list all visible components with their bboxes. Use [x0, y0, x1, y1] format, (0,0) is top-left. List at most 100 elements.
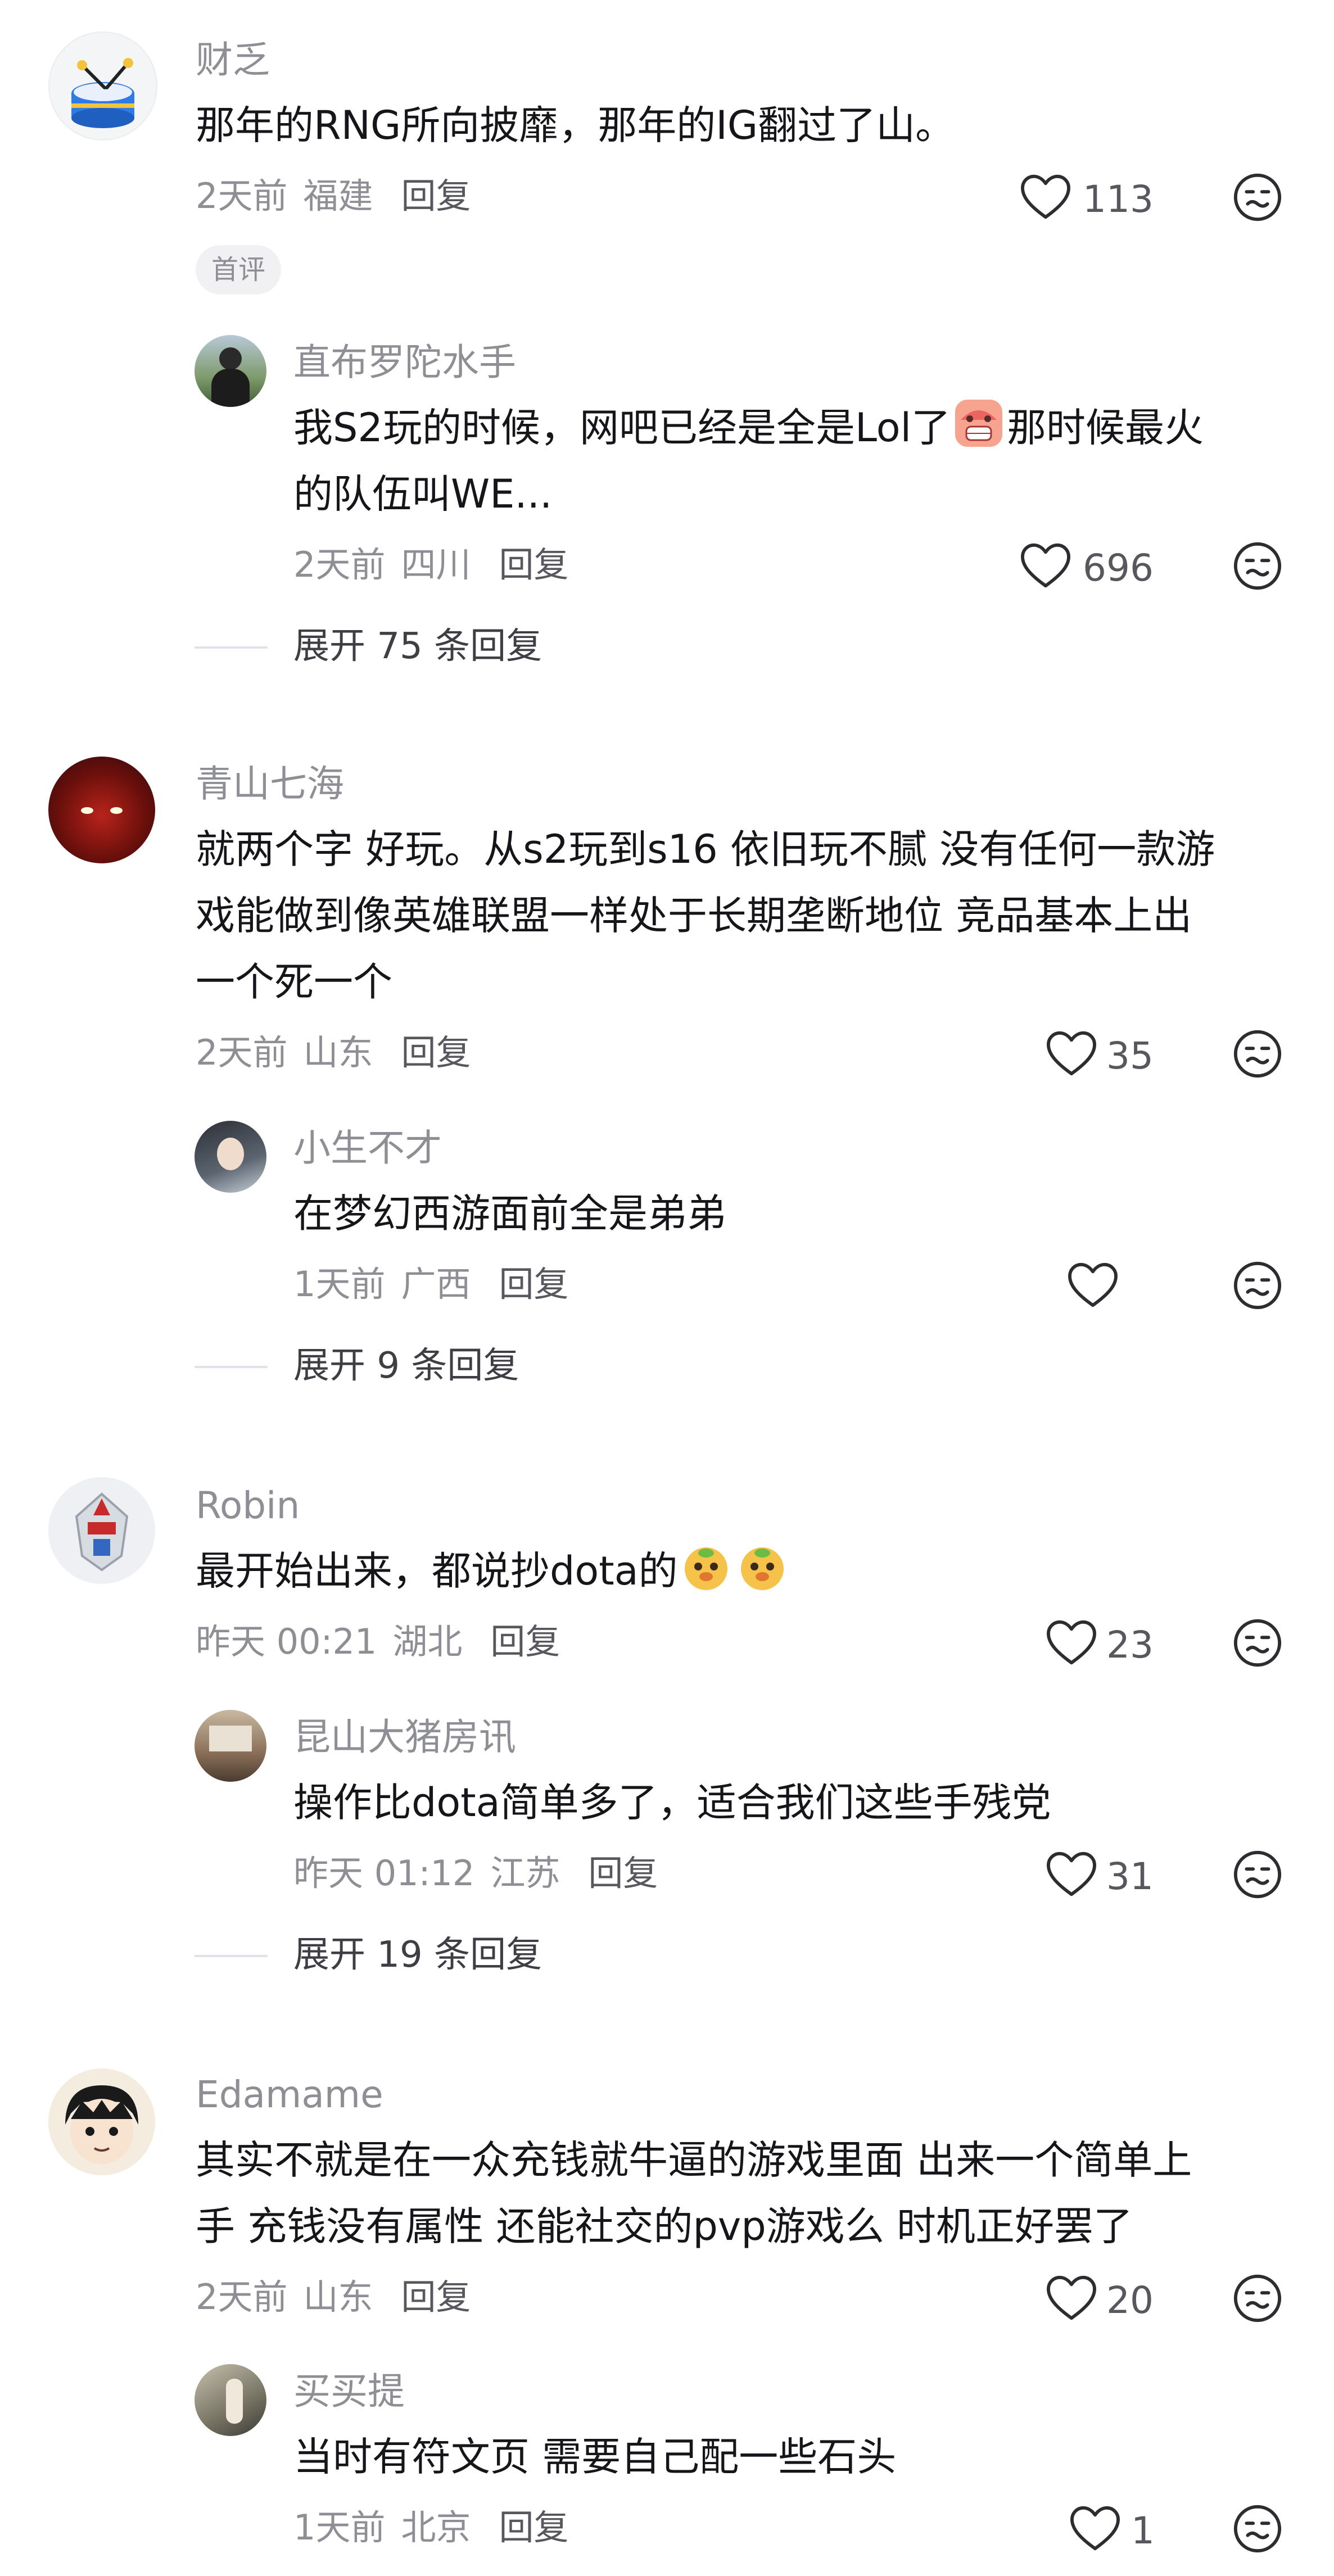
- expand-divider: [195, 1955, 268, 1957]
- avatar[interactable]: [48, 2068, 155, 2175]
- comment-content-text: 最开始出来，都说抄dota的: [196, 1548, 678, 1594]
- expand-divider: [195, 646, 268, 649]
- expand-replies-button[interactable]: 展开 9 条回复: [293, 1348, 519, 1384]
- comment-meta: 昨天 00:21 湖北 回复: [196, 1624, 560, 1659]
- reply-meta: 2天前 四川 回复: [293, 547, 568, 582]
- reply-content: 当时有符文页 需要自己配一些石头: [293, 2434, 897, 2480]
- first-comment-badge: 首评: [196, 245, 282, 295]
- expand-divider: [195, 1366, 268, 1368]
- avatar[interactable]: [48, 31, 157, 141]
- reply-time: 1天前: [293, 1264, 386, 1305]
- comment-meta: 2天前 山东 回复: [196, 1035, 471, 1070]
- comment-meta: 2天前 山东 回复: [196, 2280, 471, 2315]
- expand-replies-button[interactable]: 展开 19 条回复: [293, 1937, 542, 1973]
- avatar[interactable]: [195, 1121, 266, 1193]
- dislike-face-icon[interactable]: [1232, 1260, 1283, 1311]
- reply-time: 2天前: [293, 544, 386, 585]
- reply-time: 1天前: [293, 2507, 386, 2548]
- reply-location: 广西: [401, 1264, 471, 1305]
- avatar-face: [217, 1138, 244, 1170]
- comment-location: 山东: [303, 1032, 373, 1073]
- like-count: 31: [1106, 1855, 1154, 1898]
- comment-content: 那年的RNG所向披靡，那年的IG翻过了山。: [196, 102, 955, 148]
- like-count: 35: [1106, 1034, 1154, 1078]
- comment-author[interactable]: 青山七海: [196, 766, 344, 803]
- reply-button[interactable]: 回复: [401, 1032, 471, 1073]
- reply-author[interactable]: 小生不才: [293, 1130, 442, 1167]
- reply-button[interactable]: 回复: [499, 1264, 568, 1305]
- reply-location: 北京: [401, 2507, 471, 2548]
- reply-content: 操作比dota简单多了，适合我们这些手残党: [293, 1780, 1051, 1826]
- reply-button[interactable]: 回复: [588, 1853, 658, 1894]
- dislike-face-icon[interactable]: [1232, 541, 1283, 591]
- avatar[interactable]: [48, 757, 155, 863]
- comment-author[interactable]: Edamame: [196, 2076, 383, 2113]
- reply-author[interactable]: 买买提: [293, 2373, 405, 2410]
- reply-meta: 昨天 01:12 江苏 回复: [293, 1856, 658, 1891]
- heart-icon[interactable]: [1019, 173, 1073, 221]
- like-count: 20: [1106, 2279, 1154, 2322]
- anime-avatar-icon: [65, 2085, 138, 2164]
- comment-location: 山东: [303, 2276, 373, 2317]
- avatar-eye: [81, 807, 93, 814]
- dislike-face-icon[interactable]: [1232, 1029, 1283, 1079]
- reply-author[interactable]: 昆山大猪房讯: [293, 1719, 516, 1756]
- grimace-emoji-icon: [955, 400, 1003, 447]
- reply-button[interactable]: 回复: [499, 544, 568, 585]
- comment-location: 福建: [303, 175, 373, 216]
- heart-icon[interactable]: [1019, 542, 1073, 590]
- like-count: 113: [1083, 178, 1154, 221]
- dislike-face-icon[interactable]: [1232, 1849, 1283, 1900]
- reply-content: 我S2玩的时候，网吧已经是全是Lol了 那时候最火: [293, 395, 1204, 461]
- heart-icon[interactable]: [1044, 2274, 1098, 2323]
- comment-time: 2天前: [196, 1032, 288, 1073]
- comment-content: 其实不就是在一众充钱就牛逼的游戏里面 出来一个简单上: [196, 2137, 1192, 2183]
- comment-content-line: 一个死一个: [196, 959, 392, 1005]
- avatar[interactable]: [195, 335, 266, 407]
- comment-location: 湖北: [392, 1621, 463, 1662]
- reply-button[interactable]: 回复: [490, 1621, 560, 1662]
- like-count: 23: [1106, 1623, 1154, 1667]
- avatar[interactable]: [195, 2364, 266, 2436]
- heart-icon[interactable]: [1044, 1850, 1098, 1899]
- reply-author[interactable]: 直布罗陀水手: [293, 344, 516, 381]
- reply-location: 四川: [401, 544, 471, 585]
- doge-emoji-icon: [684, 1547, 727, 1590]
- doge-emoji-icon: [740, 1547, 784, 1590]
- reply-button[interactable]: 回复: [401, 2276, 471, 2317]
- reply-content-text: 我S2玩的时候，网吧已经是全是Lol了: [293, 405, 951, 451]
- dislike-face-icon[interactable]: [1232, 2273, 1283, 2324]
- robot-avatar-icon: [75, 1492, 129, 1572]
- avatar[interactable]: [195, 1710, 266, 1782]
- comment-author[interactable]: 财乏: [196, 42, 270, 79]
- avatar[interactable]: [48, 1477, 155, 1584]
- avatar-window: [209, 1726, 252, 1751]
- reply-time: 昨天 01:12: [293, 1853, 475, 1894]
- reply-meta: 1天前 广西 回复: [293, 1267, 568, 1302]
- dislike-face-icon[interactable]: [1232, 2503, 1283, 2554]
- reply-button[interactable]: 回复: [401, 175, 471, 216]
- reply-content-text-2: 那时候最火: [1007, 405, 1204, 451]
- comment-time: 2天前: [196, 2276, 288, 2317]
- comment-time: 2天前: [196, 175, 288, 216]
- comment-author[interactable]: Robin: [196, 1487, 300, 1524]
- reply-button[interactable]: 回复: [499, 2507, 568, 2548]
- expand-replies-button[interactable]: 展开 75 条回复: [293, 628, 542, 664]
- like-count: 696: [1083, 546, 1154, 590]
- like-count: 1: [1131, 2509, 1155, 2552]
- avatar-figure-body: [211, 369, 250, 407]
- comment-content-line: 戏能做到像英雄联盟一样处于长期垄断地位 竞品基本上出: [196, 893, 1192, 939]
- heart-icon[interactable]: [1068, 2505, 1122, 2553]
- comment-content-line: 手 充钱没有属性 还能社交的pvp游戏么 时机正好罢了: [196, 2203, 1133, 2249]
- reply-content-line: 的队伍叫WE...: [293, 471, 553, 517]
- drum-icon: [71, 58, 134, 128]
- dislike-face-icon[interactable]: [1232, 1618, 1283, 1668]
- heart-icon[interactable]: [1044, 1030, 1098, 1078]
- dislike-face-icon[interactable]: [1232, 172, 1283, 223]
- heart-icon[interactable]: [1044, 1619, 1098, 1667]
- comment-content: 最开始出来，都说抄dota的: [196, 1538, 790, 1604]
- reply-location: 江苏: [490, 1853, 560, 1894]
- heart-icon[interactable]: [1066, 1261, 1120, 1310]
- comment-meta: 2天前 福建 回复: [196, 179, 471, 214]
- avatar-eye: [110, 807, 123, 814]
